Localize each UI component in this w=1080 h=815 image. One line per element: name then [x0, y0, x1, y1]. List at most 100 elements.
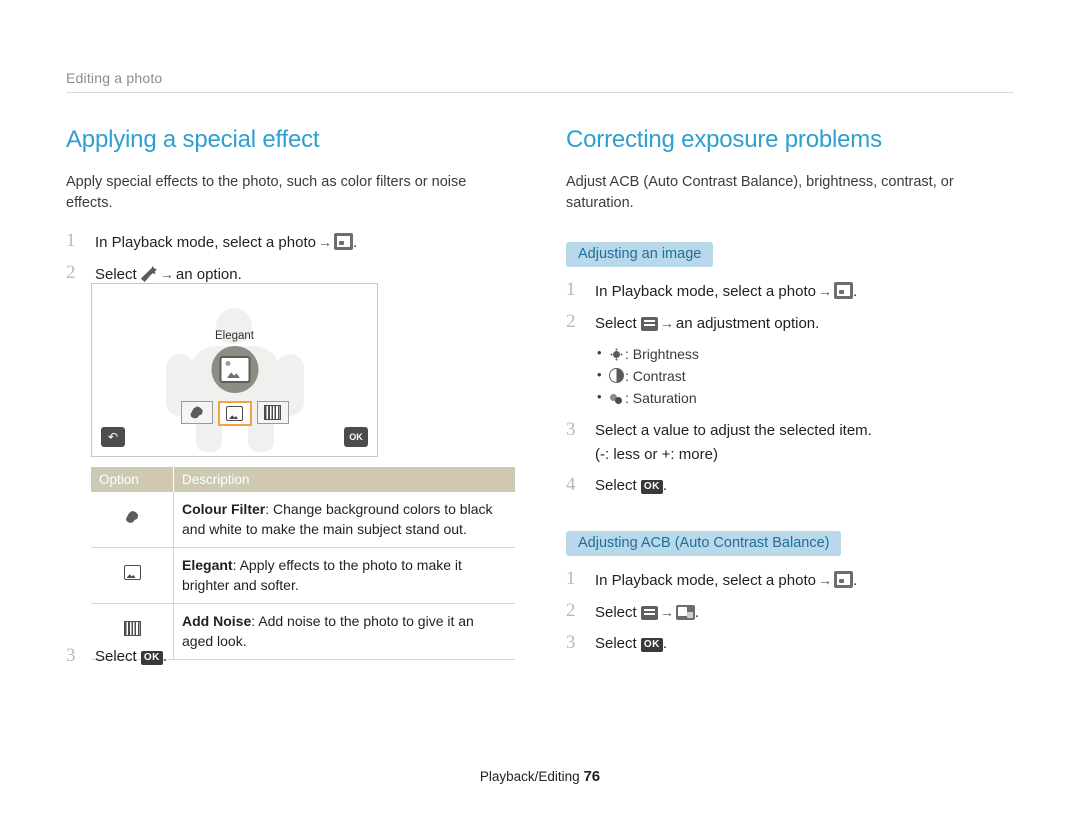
step-text-after: .	[662, 477, 668, 494]
arrow-glyph: →	[817, 572, 832, 588]
page-number: 76	[583, 768, 601, 785]
table-row: Colour Filter: Change background colors …	[91, 492, 515, 548]
option-term: Elegant	[182, 557, 233, 573]
manual-page: Editing a photo Applying a special effec…	[0, 0, 1080, 815]
step-sub-text: (-: less or +: more)	[595, 446, 718, 463]
arrow-glyph: →	[159, 266, 174, 282]
step-number: 3	[66, 645, 76, 666]
colour-filter-icon	[190, 406, 203, 419]
camera-screen-mock: Elegant ↶ OK	[91, 283, 378, 457]
step-text-after: .	[662, 635, 668, 652]
add-noise-icon	[123, 621, 141, 636]
brightness-icon	[609, 348, 624, 361]
effect-label: Elegant	[214, 330, 255, 342]
right-sub1-step-3: 3 Select a value to adjust the selected …	[566, 419, 1026, 467]
table-cell-icon	[91, 547, 174, 604]
ok-button-icon: OK	[640, 480, 663, 494]
step-number: 2	[566, 311, 576, 332]
step-text: Select a value to adjust the selected it…	[595, 422, 872, 439]
acb-icon	[675, 605, 695, 620]
ok-button-icon: OK	[140, 651, 163, 665]
step-text-after: an adjustment option.	[675, 315, 820, 332]
step-number: 1	[566, 568, 576, 589]
list-item-label: : Brightness	[625, 346, 699, 362]
table-cell-icon	[91, 492, 174, 548]
ok-button-icon: OK	[640, 638, 663, 652]
page-title-right: Correcting exposure problems	[566, 126, 882, 153]
step-number: 3	[566, 632, 576, 653]
left-step-3: 3 Select OK.	[66, 645, 526, 669]
table-cell-description: Elegant: Apply effects to the photo to m…	[173, 547, 515, 604]
arrow-glyph: →	[659, 604, 674, 620]
subheading-adjusting-an-image: Adjusting an image	[566, 242, 714, 267]
step-text: Select	[595, 604, 637, 621]
option-add-noise[interactable]	[256, 401, 289, 424]
step-number: 2	[66, 262, 76, 283]
step-text-after: .	[852, 572, 858, 589]
right-sub1-step-1: 1 In Playback mode, select a photo →.	[566, 279, 1026, 304]
elegant-icon	[123, 565, 141, 580]
step-text-after: .	[162, 648, 168, 665]
step-text-after: .	[694, 604, 700, 621]
step-text-after: .	[352, 234, 358, 251]
left-step-1: 1 In Playback mode, select a photo →.	[66, 230, 526, 255]
header-divider	[66, 92, 1014, 93]
list-item: : Contrast	[595, 364, 1026, 387]
step-number: 1	[566, 279, 576, 300]
subheading-adjusting-acb: Adjusting ACB (Auto Contrast Balance)	[566, 531, 842, 556]
step-text: Select	[595, 635, 637, 652]
right-sub2-step-2: 2 Select →.	[566, 600, 1026, 625]
photo-edit-icon	[333, 233, 353, 250]
right-sub1-step-4: 4 Select OK.	[566, 474, 1026, 498]
photo-edit-icon	[833, 282, 853, 299]
step-text: In Playback mode, select a photo	[95, 234, 316, 251]
step-number: 2	[566, 600, 576, 621]
step-text: Select	[95, 266, 137, 283]
right-intro-text: Adjust ACB (Auto Contrast Balance), brig…	[566, 174, 954, 211]
adjust-icon	[640, 317, 658, 331]
footer-label: Playback/Editing	[479, 769, 580, 784]
step-text-after: .	[852, 283, 858, 300]
option-colour-filter[interactable]	[180, 401, 213, 424]
options-table: Option Description Colour Filter: Change…	[91, 467, 515, 660]
column-header-option: Option	[91, 467, 174, 492]
adjustment-option-list: : Brightness : Contrast : Saturation	[566, 342, 1026, 409]
step-text: In Playback mode, select a photo	[595, 283, 816, 300]
step-text: Select	[95, 648, 137, 665]
step-number: 4	[566, 474, 576, 495]
list-item-label: : Saturation	[625, 390, 697, 406]
magic-wand-icon	[140, 266, 158, 282]
step-text: Select	[595, 315, 637, 332]
table-cell-description: Colour Filter: Change background colors …	[173, 492, 515, 548]
effect-option-row	[180, 401, 289, 426]
saturation-icon	[609, 392, 624, 405]
option-term: Add Noise	[182, 613, 252, 629]
table-row: Elegant: Apply effects to the photo to m…	[91, 547, 515, 604]
arrow-glyph: →	[659, 315, 674, 331]
list-item: : Brightness	[595, 342, 1026, 365]
right-sub2-step-1: 1 In Playback mode, select a photo →.	[566, 568, 1026, 593]
step-text-after: an option.	[175, 266, 242, 283]
step-number: 3	[566, 419, 576, 440]
option-elegant[interactable]	[217, 401, 252, 426]
elegant-icon	[226, 406, 243, 421]
right-sub1-step-2: 2 Select → an adjustment option.	[566, 311, 1026, 336]
adjust-icon	[640, 606, 658, 620]
option-term: Colour Filter	[182, 501, 266, 517]
table-header-row: Option Description	[91, 467, 515, 492]
arrow-glyph: →	[317, 234, 332, 250]
footer: Playback/Editing 76	[0, 768, 1080, 785]
list-item: : Saturation	[595, 386, 1026, 409]
arrow-glyph: →	[817, 283, 832, 299]
right-column: Correcting exposure problems Adjust ACB …	[566, 126, 1026, 663]
right-sub2-step-3: 3 Select OK.	[566, 632, 1026, 656]
effect-preview-thumbnail	[211, 346, 258, 393]
list-item-label: : Contrast	[625, 368, 686, 384]
ok-icon[interactable]: OK	[344, 427, 368, 447]
back-arrow-icon[interactable]: ↶	[101, 427, 125, 447]
step-number: 1	[66, 230, 76, 251]
photo-edit-icon	[833, 571, 853, 588]
colour-filter-icon	[126, 510, 139, 523]
left-step-3-wrap: 3 Select OK.	[66, 645, 526, 676]
page-title-left: Applying a special effect	[66, 126, 320, 153]
